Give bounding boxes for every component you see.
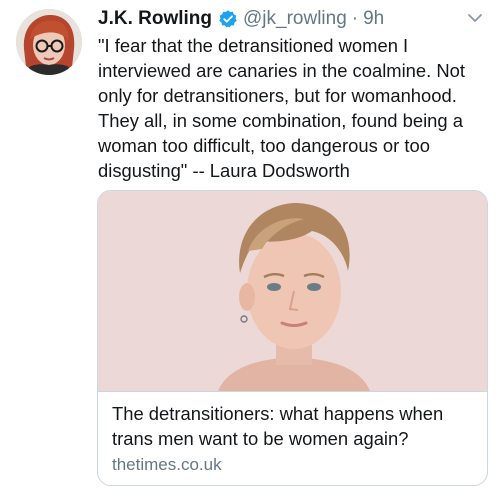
tweet-text: "I fear that the detransitioned women I … [98, 35, 465, 181]
tweet[interactable]: J.K. Rowling @jk_rowling · 9h "I fear th… [0, 0, 500, 497]
card-domain: thetimes.co.uk [112, 455, 222, 474]
avatar[interactable] [16, 9, 82, 75]
card-image [98, 191, 487, 391]
verified-badge-icon [218, 9, 238, 29]
separator-dot: · [351, 8, 359, 29]
tweet-header: J.K. Rowling @jk_rowling · 9h [98, 6, 484, 32]
link-card[interactable]: The detransitioners: what happens when t… [97, 190, 488, 486]
card-body: The detransitioners: what happens when t… [98, 391, 487, 485]
tweet-timestamp[interactable]: 9h [363, 8, 384, 30]
user-handle[interactable]: @jk_rowling [243, 8, 347, 30]
chevron-down-icon[interactable] [466, 9, 484, 33]
avatar-image [16, 9, 82, 75]
card-title: The detransitioners: what happens when t… [112, 403, 444, 449]
display-name[interactable]: J.K. Rowling [98, 8, 212, 30]
